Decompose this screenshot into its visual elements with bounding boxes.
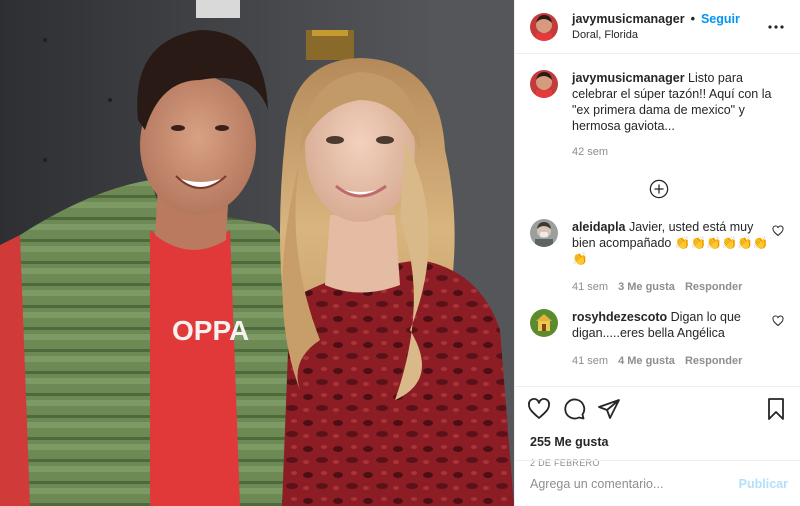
- avatar-image: [530, 309, 558, 337]
- comment-author[interactable]: aleidapla: [572, 220, 626, 234]
- comment-likes[interactable]: 4 Me gusta: [618, 353, 675, 369]
- post-panel: javymusicmanager • Seguir Doral, Florida: [514, 0, 800, 506]
- caption: javymusicmanager Listo para celebrar el …: [530, 70, 788, 160]
- comment-author[interactable]: rosyhdezescoto: [572, 310, 667, 324]
- post-header: javymusicmanager • Seguir Doral, Florida: [515, 0, 800, 54]
- instagram-post: OPPA javymusicmanager • Seguir Doral, Fl…: [0, 0, 800, 506]
- comment-like-heart-icon[interactable]: [772, 315, 784, 327]
- commenter-avatar[interactable]: [530, 309, 558, 337]
- comment-like-heart-icon[interactable]: [772, 225, 784, 237]
- post-location[interactable]: Doral, Florida: [572, 29, 764, 41]
- comment-icon[interactable]: [562, 397, 586, 421]
- reply-button[interactable]: Responder: [685, 353, 742, 369]
- separator-dot: •: [690, 12, 695, 26]
- share-icon[interactable]: [597, 397, 621, 421]
- heart-icon[interactable]: [527, 397, 551, 421]
- publish-button[interactable]: Publicar: [739, 477, 788, 491]
- caption-author[interactable]: javymusicmanager: [572, 71, 685, 85]
- comment-item: rosyhdezescoto Digan lo que digan.....er…: [530, 309, 788, 369]
- avatar-image: [530, 70, 558, 98]
- likes-count[interactable]: 255 Me gusta: [530, 435, 788, 449]
- comment-time[interactable]: 41 sem: [572, 279, 608, 295]
- post-photo[interactable]: OPPA: [0, 0, 514, 506]
- comments-list[interactable]: javymusicmanager Listo para celebrar el …: [515, 54, 800, 386]
- avatar-image: [530, 12, 558, 41]
- load-more-comments[interactable]: [530, 179, 788, 199]
- add-comment-bar: Publicar: [515, 460, 800, 506]
- commenter-avatar[interactable]: [530, 219, 558, 247]
- comment-time[interactable]: 41 sem: [572, 353, 608, 369]
- caption-author-avatar[interactable]: [530, 70, 558, 98]
- svg-text:OPPA: OPPA: [172, 315, 249, 346]
- follow-button[interactable]: Seguir: [701, 12, 740, 26]
- post-photo-image: OPPA: [0, 0, 514, 506]
- reply-button[interactable]: Responder: [685, 279, 742, 295]
- bookmark-icon[interactable]: [764, 397, 788, 421]
- more-horizontal-icon[interactable]: [764, 15, 788, 39]
- author-avatar[interactable]: [530, 12, 558, 41]
- plus-circle-icon: [649, 179, 669, 199]
- comment-likes[interactable]: 3 Me gusta: [618, 279, 675, 295]
- comment-item: aleidapla Javier, usted está muy bien ac…: [530, 219, 788, 295]
- author-username[interactable]: javymusicmanager: [572, 12, 685, 26]
- avatar-image: [530, 219, 558, 247]
- caption-time[interactable]: 42 sem: [572, 144, 787, 160]
- comment-input[interactable]: [530, 476, 739, 491]
